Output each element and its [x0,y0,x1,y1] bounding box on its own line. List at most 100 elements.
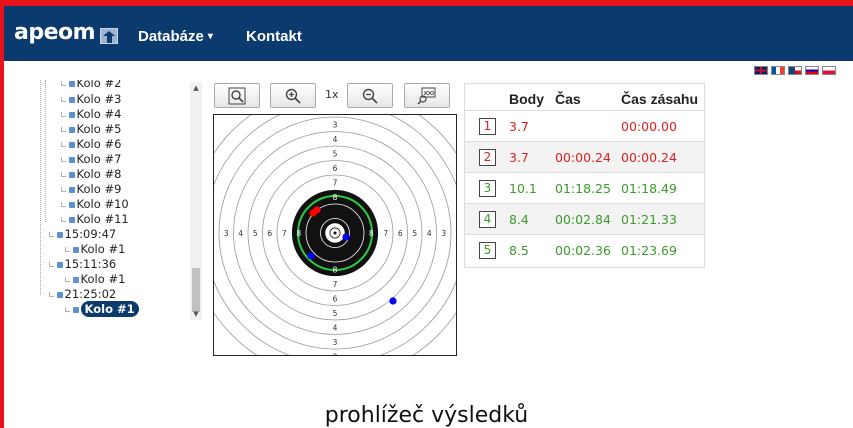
shot-number: 1 [479,118,496,135]
ring-number: 3 [333,338,338,347]
shot-time: 00:00.24 [555,150,611,165]
ring-number: 3 [333,120,338,129]
tree-item-kolo-1-selected[interactable]: ∟ Kolo #1 [64,301,139,318]
shot-mark-5 [389,297,397,305]
uk-flag-icon[interactable] [754,66,768,75]
pl-flag-icon[interactable] [822,66,836,75]
tree-item-kolo-1[interactable]: ∟ Kolo #1 [64,243,125,258]
shot-time: 01:18.25 [555,181,611,196]
shot-score: 3.7 [509,119,529,134]
caret-down-icon: ▾ [207,31,213,42]
ring-number: 8 [296,229,301,238]
ring-number: 3 [224,229,229,238]
ring-number: 4 [333,323,338,332]
ring-number: 5 [333,309,338,318]
zoom-fit-icon [228,87,246,104]
ring-number: 8 [333,193,338,202]
ring-number: 4 [427,229,432,238]
scroll-thumb[interactable] [192,268,200,312]
shot-mark-2 [309,209,317,217]
shot-mark-4 [307,252,315,260]
tree-item-session[interactable]: ∟ 15:11:36 [48,258,116,273]
results-header: Body Čas Čas zásahu [465,84,704,110]
ring-number: 4 [238,229,243,238]
menu-databaze[interactable]: Databáze ▾ [138,28,213,46]
ring-number: 5 [253,229,258,238]
tree-item-session[interactable]: ∟ 15:09:47 [48,228,116,243]
ring-number: 8 [369,229,374,238]
tree-item-kolo-1[interactable]: ∟ Kolo #1 [64,273,125,288]
shot-hit-time: 00:00.00 [621,119,677,134]
zoom-in-button[interactable] [270,83,316,108]
home-icon[interactable] [100,28,118,44]
ring-number: 6 [398,229,403,238]
ring-number: 7 [333,280,338,289]
tree-item-kolo-3[interactable]: ∟ Kolo #3 [60,93,121,108]
zoom-out-button[interactable] [347,83,393,108]
tree-item-kolo-11[interactable]: ∟ Kolo #11 [60,213,129,228]
shot-number: 5 [479,242,496,259]
red-frame-left [0,0,4,428]
result-row[interactable]: 5 8.5 00:02.36 01:23.69 [465,234,704,265]
shot-hit-time: 00:00.24 [621,150,677,165]
tree-connector [45,80,46,222]
tree-item-kolo-6[interactable]: ∟ Kolo #6 [60,138,121,153]
result-row[interactable]: 1 3.7 00:00.00 [465,110,704,141]
header-body: Body [509,91,544,107]
tree-item-kolo-10[interactable]: ∟ Kolo #10 [60,198,129,213]
shot-number: 3 [479,180,496,197]
shot-time: 00:02.84 [555,212,611,227]
tree-item-kolo-7[interactable]: ∟ Kolo #7 [60,153,121,168]
fr-flag-icon[interactable] [771,66,785,75]
scroll-up-arrow-icon[interactable]: ▲ [190,84,202,94]
tree-item-kolo-8[interactable]: ∟ Kolo #8 [60,168,121,183]
cz-flag-icon[interactable] [788,66,802,75]
shot-hit-time: 01:21.33 [621,212,677,227]
tree-item-kolo-9[interactable]: ∟ Kolo #9 [60,183,121,198]
ring-number: 5 [412,229,417,238]
tree-item-kolo-5[interactable]: ∟ Kolo #5 [60,123,121,138]
tree-scrollbar[interactable]: ▲ ▼ [190,82,202,320]
menu-kontakt[interactable]: Kontakt [246,28,302,46]
ring-number: 7 [282,229,287,238]
tree-connector [40,80,41,295]
result-row[interactable]: 3 10.1 01:18.25 01:18.49 [465,172,704,203]
results-table: Body Čas Čas zásahu 1 3.7 00:00.00 2 3.7 00:0… [464,83,705,268]
si-flag-icon[interactable] [805,66,819,75]
ring-number: 7 [383,229,388,238]
ring-number: 7 [333,178,338,187]
shot-score: 10.1 [509,181,537,196]
shot-time: 00:02.36 [555,243,611,258]
ring-number: 5 [333,149,338,158]
shot-score: 8.5 [509,243,529,258]
navbar: apeom Databáze ▾ Kontakt [4,6,853,61]
scroll-down-arrow-icon[interactable]: ▼ [190,310,202,320]
header-cas: Čas [555,91,581,107]
ring-number: 3 [441,229,446,238]
zoom-in-icon [285,88,301,104]
target-view[interactable]: 11112222333344445555666677778888 [213,114,457,356]
shot-number: 2 [479,149,496,166]
ring-number: 6 [333,164,338,173]
target-bullseye [333,231,337,235]
ring-number: 6 [333,294,338,303]
zoom-out-icon [362,88,378,104]
language-flags [754,66,836,75]
zoom-100-icon [417,87,436,105]
ring-number: 6 [267,229,272,238]
shot-hit-time: 01:18.49 [621,181,677,196]
zoom-100-button[interactable] [404,83,450,108]
tree-item-kolo-4[interactable]: ∟ Kolo #4 [60,108,121,123]
logo[interactable]: apeom [14,21,96,45]
result-row[interactable]: 2 3.7 00:00.24 00:00.24 [465,141,704,172]
shot-number: 4 [479,211,496,228]
ring-number: 4 [333,135,338,144]
zoom-level: 1x [325,88,339,101]
tree-item-kolo-2[interactable]: ∟ Kolo #2 [60,80,121,92]
shot-score: 8.4 [509,212,529,227]
ring-number: 8 [333,265,338,274]
zoom-fit-button[interactable] [214,83,260,108]
shooting-target: 11112222333344445555666677778888 [214,115,456,355]
result-row[interactable]: 4 8.4 00:02.84 01:21.33 [465,203,704,234]
shot-score: 3.7 [509,150,529,165]
